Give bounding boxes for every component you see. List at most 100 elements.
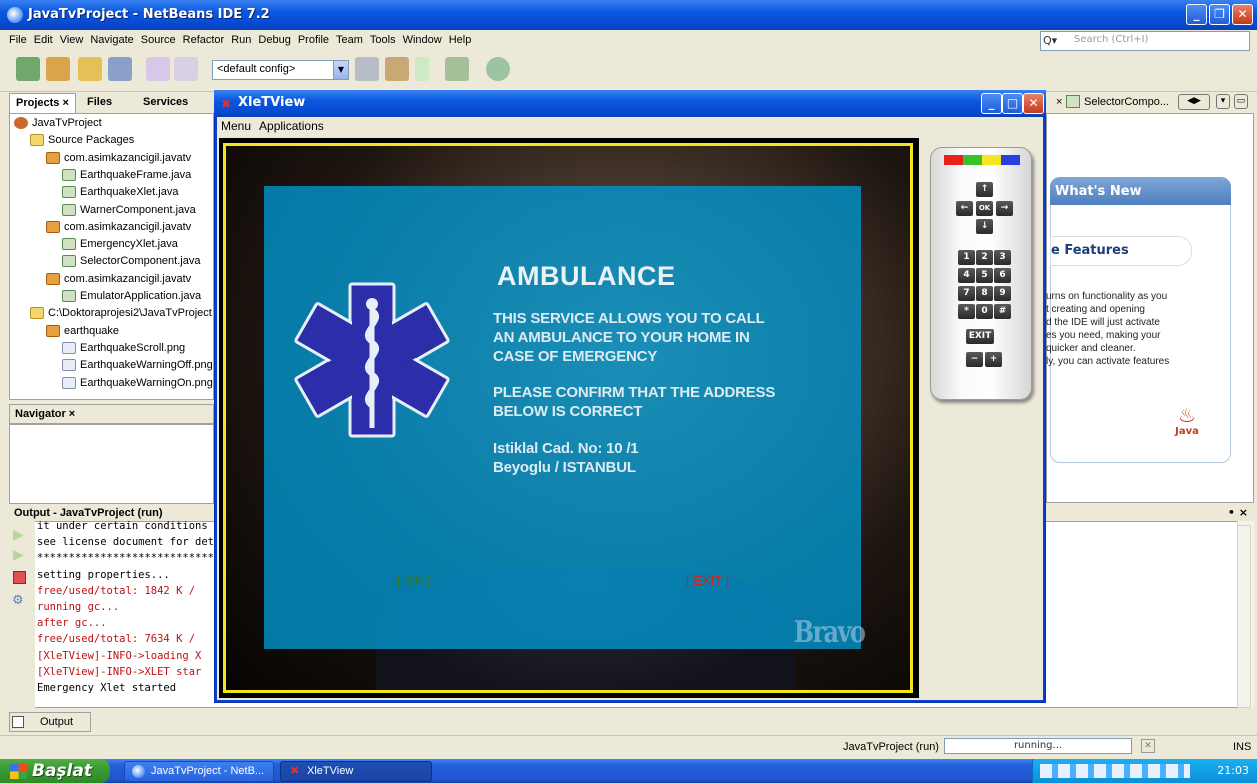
left-arrow-key[interactable]: ← [956,201,973,216]
cancel-task-icon[interactable]: ✕ [1141,739,1155,753]
restore-button[interactable]: ❐ [1209,4,1230,25]
taskbar-item-netbeans[interactable]: JavaTvProject - NetB... [124,761,274,782]
xlet-minimize-button[interactable]: _ [981,93,1002,114]
new-project-icon[interactable] [46,57,70,81]
plus-key[interactable]: + [985,352,1002,367]
menu-profile[interactable]: Profile [298,34,329,46]
menu-tools[interactable]: Tools [370,34,396,46]
tree-item[interactable]: EmergencyXlet.java [62,236,178,253]
tree-item[interactable]: C:\Doktoraprojesi2\JavaTvProject [30,305,212,322]
remote-key[interactable]: 7 [958,286,975,301]
tree-item[interactable]: EarthquakeFrame.java [62,167,191,184]
menu-edit[interactable]: Edit [34,34,53,46]
menu-file[interactable]: File [9,34,27,46]
build-icon[interactable] [355,57,379,81]
remote-key[interactable]: 5 [976,268,993,283]
xlet-menu-menu[interactable]: Menu [221,119,251,133]
png-icon [62,376,76,389]
remote-key[interactable]: 6 [994,268,1011,283]
down-arrow-key[interactable]: ↓ [976,219,993,234]
right-arrow-key[interactable]: → [996,201,1013,216]
menu-source[interactable]: Source [141,34,176,46]
tree-item[interactable]: com.asimkazancigil.javatv [46,219,191,236]
tree-item[interactable]: EarthquakeXlet.java [62,184,178,201]
tree-item[interactable]: EarthquakeWarningOn.png [62,375,213,392]
remote-key[interactable]: 4 [958,268,975,283]
minus-key[interactable]: − [966,352,983,367]
tab-files[interactable]: Files [81,93,118,113]
rerun-icon[interactable]: ▶ [13,527,24,543]
color-key[interactable] [982,155,1001,165]
tree-item[interactable]: SelectorComponent.java [62,253,200,270]
features-heading[interactable]: e Features [1050,236,1192,266]
tree-item[interactable]: Source Packages [30,132,134,149]
ok-key[interactable]: OK [976,201,993,216]
close-tab-icon[interactable]: × [1056,96,1062,108]
remote-key[interactable]: # [994,304,1011,319]
tab-list-icon[interactable]: ▾ [1216,94,1230,109]
remote-key[interactable]: 3 [994,250,1011,265]
open-project-icon[interactable] [78,57,102,81]
xlet-menu-applications[interactable]: Applications [259,119,324,133]
redo-icon[interactable] [174,57,198,81]
remote-key[interactable]: 8 [976,286,993,301]
menu-window[interactable]: Window [403,34,442,46]
undo-icon[interactable] [146,57,170,81]
netbeans-task-icon [132,765,145,778]
minimize-button[interactable]: _ [1186,4,1207,25]
search-input[interactable]: Search (Ctrl+I) [1040,31,1250,51]
remote-key[interactable]: 0 [976,304,993,319]
xlet-close-button[interactable]: ✕ [1023,93,1044,114]
xlet-maximize-button[interactable]: □ [1002,93,1023,114]
remote-key[interactable]: * [958,304,975,319]
menu-team[interactable]: Team [336,34,363,46]
stop-icon[interactable] [13,571,26,584]
tree-item[interactable]: com.asimkazancigil.javatv [46,150,191,167]
right-scrollbar[interactable] [1237,525,1251,708]
taskbar-item-xletview[interactable]: XleTView [280,761,432,782]
tree-item[interactable]: com.asimkazancigil.javatv [46,271,191,288]
up-arrow-key[interactable]: ↑ [976,182,993,197]
color-key[interactable] [963,155,982,165]
chevron-down-icon[interactable]: ▼ [333,60,349,80]
tab-selector-component[interactable]: SelectorCompo... [1084,96,1169,108]
menu-navigate[interactable]: Navigate [90,34,133,46]
color-key[interactable] [1001,155,1020,165]
ok-option[interactable]: [ OK ] [397,573,430,588]
tab-scroll-arrows[interactable]: ◀▶ [1178,94,1210,110]
tree-item[interactable]: JavaTvProject [14,115,102,132]
remote-key[interactable]: 2 [976,250,993,265]
tree-item[interactable]: EmulatorApplication.java [62,288,201,305]
remote-exit-key[interactable]: EXIT [966,329,994,344]
color-key[interactable] [944,155,963,165]
menu-refactor[interactable]: Refactor [183,34,225,46]
menu-help[interactable]: Help [449,34,472,46]
tree-item[interactable]: WarnerComponent.java [62,202,196,219]
close-button[interactable]: ✕ [1232,4,1253,25]
output-panel-controls[interactable]: • × [1046,506,1254,521]
tab-projects[interactable]: Projects × [9,93,76,113]
settings-icon[interactable]: ⚙ [12,593,24,608]
debug-icon[interactable] [445,57,469,81]
tree-item[interactable]: EarthquakeWarningOff.png [62,357,213,374]
profile-icon[interactable] [486,57,510,81]
save-all-icon[interactable] [108,57,132,81]
clean-build-icon[interactable] [385,57,409,81]
menu-debug[interactable]: Debug [258,34,290,46]
maximize-editor-icon[interactable]: ▭ [1234,94,1248,109]
rerun-config-icon[interactable]: ▶ [13,547,24,563]
run-icon[interactable] [415,57,429,81]
tab-services[interactable]: Services [137,93,194,113]
menu-run[interactable]: Run [231,34,251,46]
projects-panel-tabs: Projects × Files Services [9,93,214,113]
tree-item[interactable]: earthquake [46,323,119,340]
tray-icons[interactable] [1040,764,1190,778]
remote-key[interactable]: 1 [958,250,975,265]
tree-item[interactable]: EarthquakeScroll.png [62,340,185,357]
menu-view[interactable]: View [60,34,84,46]
exit-option[interactable]: [ EXIT ] [686,573,729,588]
config-select[interactable]: <default config> [212,60,337,80]
window-restore-icon[interactable] [12,716,24,728]
new-file-icon[interactable] [16,57,40,81]
remote-key[interactable]: 9 [994,286,1011,301]
